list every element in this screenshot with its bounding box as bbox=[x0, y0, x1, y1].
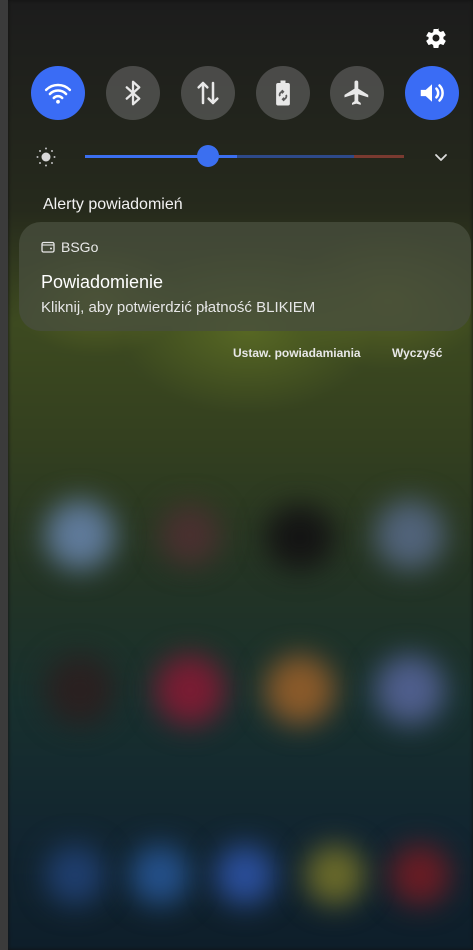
blurred-app-icon bbox=[130, 845, 190, 905]
bluetooth-icon bbox=[125, 80, 141, 106]
clear-notifications-button[interactable]: Wyczyść bbox=[392, 346, 442, 360]
notification-settings-button[interactable]: Ustaw. powiadamiania bbox=[233, 346, 361, 360]
brightness-slider-track[interactable] bbox=[237, 155, 354, 158]
quick-settings-row bbox=[31, 66, 459, 120]
blurred-app-icon bbox=[265, 505, 335, 570]
notification-title: Powiadomienie bbox=[41, 272, 164, 292]
wallet-icon bbox=[41, 240, 55, 254]
blurred-app-icon bbox=[155, 655, 225, 725]
power-saving-icon bbox=[276, 80, 290, 106]
wifi-icon bbox=[44, 83, 72, 104]
blurred-app-icon bbox=[160, 505, 220, 565]
sound-toggle[interactable] bbox=[405, 66, 459, 120]
airplane-icon bbox=[344, 80, 369, 105]
notification-card[interactable]: BSGo Powiadomienie Kliknij, aby potwierd… bbox=[19, 222, 471, 331]
brightness-slider-limit bbox=[354, 155, 404, 158]
chevron-down-icon[interactable] bbox=[432, 148, 450, 166]
mobile-data-icon bbox=[197, 81, 219, 105]
wifi-toggle[interactable] bbox=[31, 66, 85, 120]
blurred-app-icon bbox=[45, 655, 115, 725]
settings-gear-icon[interactable] bbox=[424, 26, 448, 50]
brightness-row bbox=[30, 142, 450, 170]
blurred-app-icon bbox=[215, 845, 275, 905]
blurred-app-icon bbox=[390, 845, 450, 905]
blurred-app-icon bbox=[305, 845, 365, 905]
brightness-sun-icon bbox=[35, 146, 57, 168]
bluetooth-toggle[interactable] bbox=[106, 66, 160, 120]
mobile-data-toggle[interactable] bbox=[181, 66, 235, 120]
blurred-app-icon bbox=[45, 500, 115, 570]
brightness-slider-thumb[interactable] bbox=[197, 145, 219, 167]
blurred-app-icon bbox=[45, 845, 105, 905]
notification-section-title: Alerty powiadomień bbox=[43, 196, 183, 213]
sound-icon bbox=[420, 84, 444, 102]
notification-text: Kliknij, aby potwierdzić płatność BLIKIE… bbox=[41, 299, 316, 316]
blurred-app-icon bbox=[265, 655, 335, 725]
blurred-app-icon bbox=[375, 500, 445, 570]
airplane-mode-toggle[interactable] bbox=[330, 66, 384, 120]
notification-app-name: BSGo bbox=[61, 239, 99, 255]
screen-edge bbox=[0, 0, 8, 950]
blurred-app-icon bbox=[375, 655, 445, 725]
power-saving-toggle[interactable] bbox=[256, 66, 310, 120]
